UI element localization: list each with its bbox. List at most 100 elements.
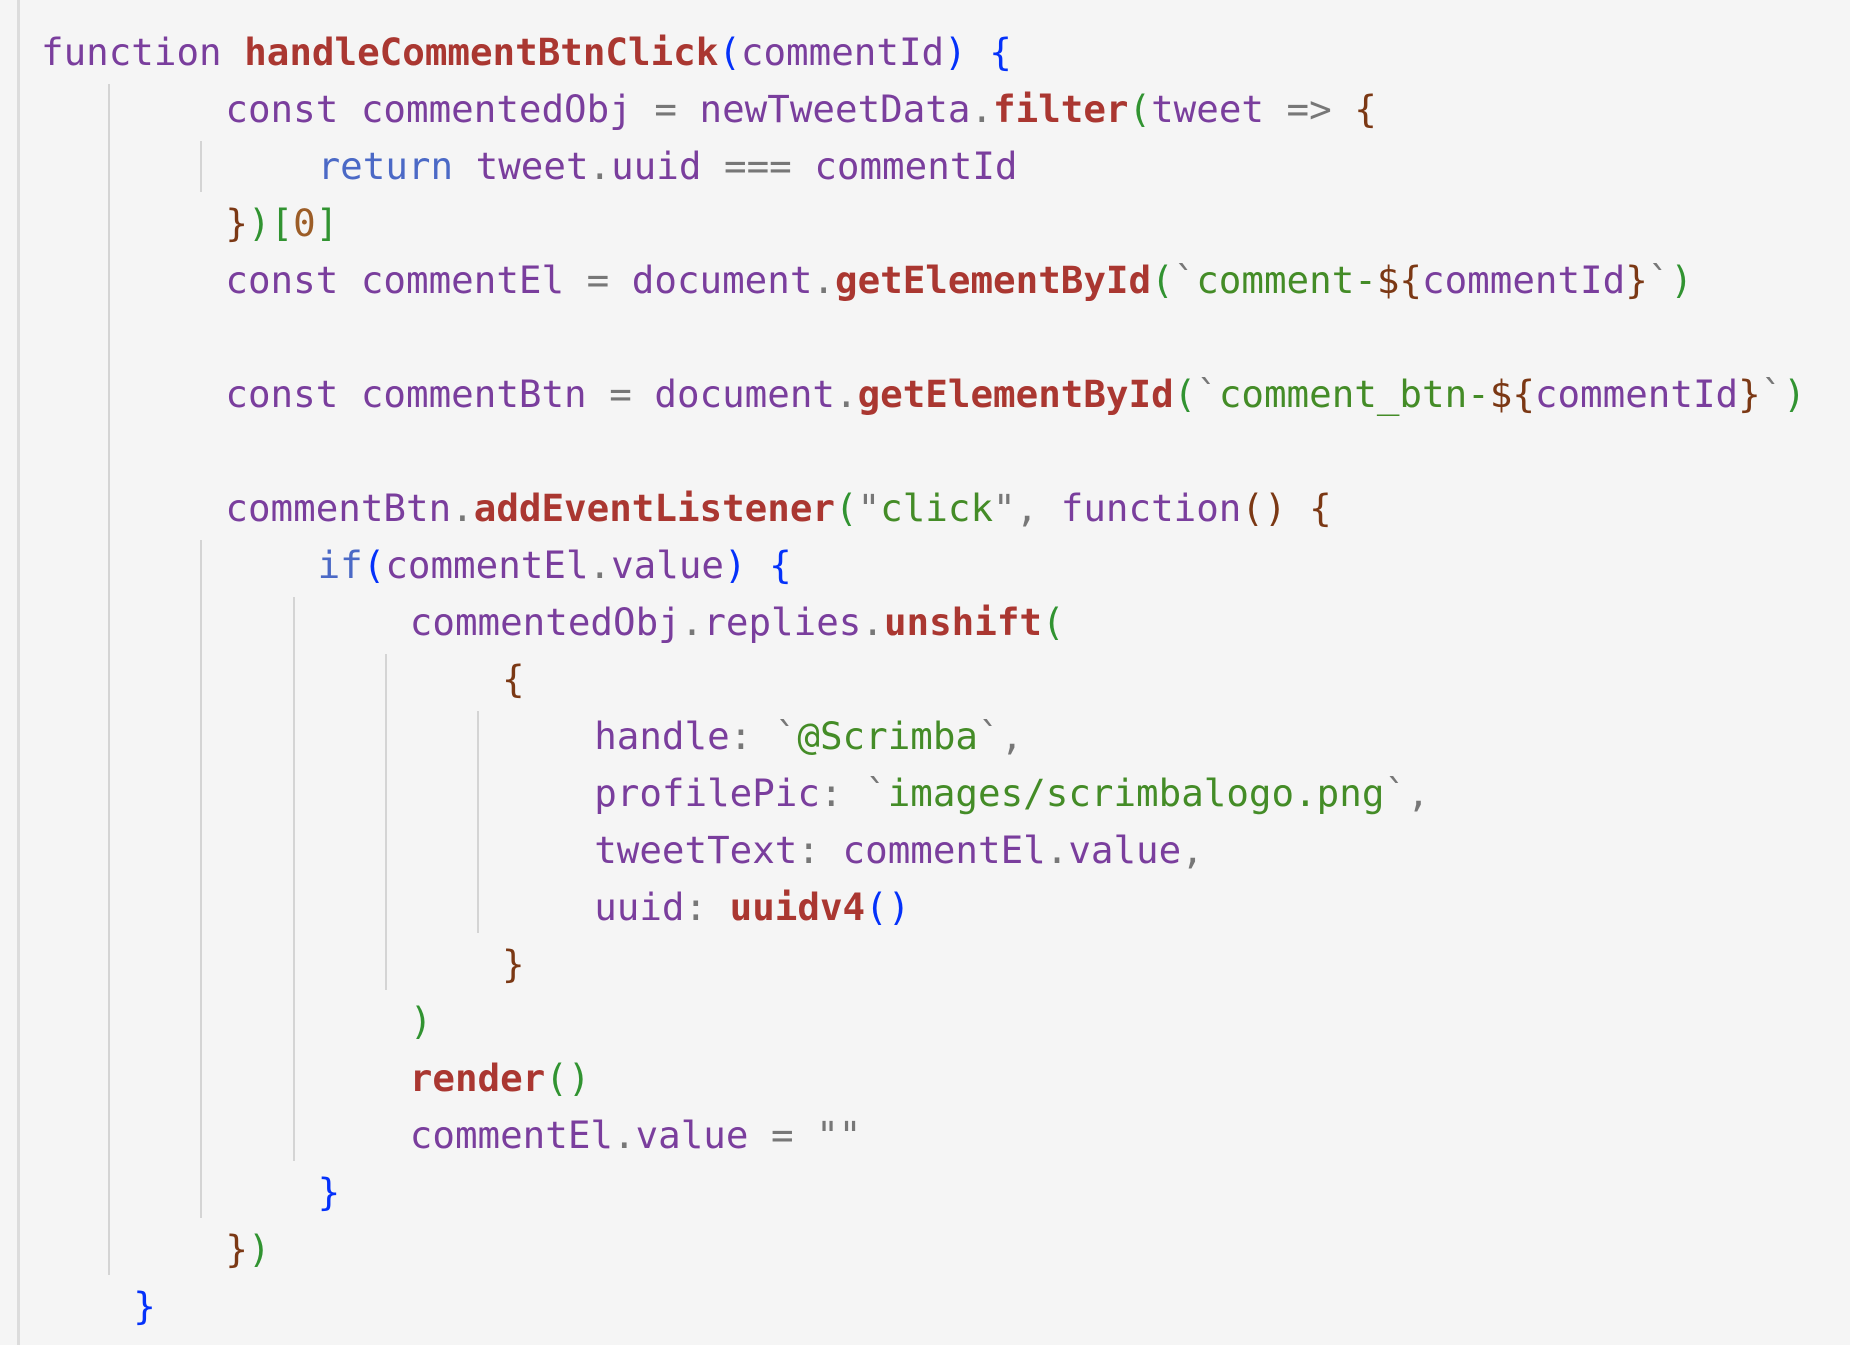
code-token: " (993, 486, 1016, 530)
code-block[interactable]: function handleCommentBtnClick(commentId… (41, 24, 1806, 1335)
code-token: } (225, 201, 248, 245)
code-token: = (631, 87, 700, 131)
code-token: , (1015, 486, 1061, 530)
code-line[interactable]: profilePic: `images/scrimbalogo.png`, (41, 765, 1806, 822)
code-token: ${ (1489, 372, 1535, 416)
code-line[interactable]: return tweet.uuid === commentId (41, 138, 1806, 195)
code-token: { (1309, 486, 1332, 530)
code-token: ) (724, 543, 747, 587)
code-token: } (225, 1227, 248, 1271)
code-token: = (564, 258, 632, 302)
code-token: comment- (1196, 258, 1377, 302)
code-token: ` (1384, 771, 1407, 815)
code-token: uuid (611, 144, 702, 188)
code-token: . (451, 486, 474, 530)
code-token: => (1263, 87, 1355, 131)
code-token: value (1068, 828, 1182, 872)
code-token: commentedObj (409, 600, 681, 644)
code-token: render (409, 1056, 546, 1100)
code-token: commentBtn (360, 372, 587, 416)
code-line[interactable]: tweetText: commentEl.value, (41, 822, 1806, 879)
code-token: value (635, 1113, 749, 1157)
code-token: { (502, 657, 525, 701)
code-line[interactable]: const commentedObj = newTweetData.filter… (41, 81, 1806, 138)
code-line[interactable]: commentEl.value = "" (41, 1107, 1806, 1164)
code-token: commentEl (842, 828, 1046, 872)
code-token: const (225, 87, 339, 131)
code-line[interactable]: } (41, 1164, 1806, 1221)
code-token: ) (944, 30, 967, 74)
code-token: comment_btn- (1218, 372, 1490, 416)
code-token: @Scrimba (797, 714, 979, 758)
code-token: filter (993, 87, 1129, 131)
code-token: ` (1760, 372, 1784, 416)
code-token: ) (247, 1227, 271, 1271)
code-token: "" (816, 1113, 862, 1157)
code-token: ( (362, 543, 386, 587)
code-token: tweetText (594, 828, 798, 872)
code-line[interactable]: ) (41, 993, 1806, 1050)
code-token: ` (1173, 258, 1197, 302)
code-token: commentBtn (225, 486, 452, 530)
code-token: commentId (1422, 258, 1626, 302)
code-line[interactable]: if(commentEl.value) { (41, 537, 1806, 594)
code-token: function (1060, 486, 1242, 530)
code-token: uuidv4 (729, 885, 866, 929)
code-token: ` (978, 714, 1001, 758)
code-line[interactable]: } (41, 1278, 1806, 1335)
code-token: ` (1647, 258, 1671, 302)
code-token: document (654, 372, 835, 416)
code-token: images/scrimbalogo.png (887, 771, 1385, 815)
code-token: : (684, 885, 730, 929)
code-line[interactable] (41, 309, 1806, 366)
code-token: 0 (293, 201, 316, 245)
code-token: newTweetData (699, 87, 971, 131)
code-line[interactable]: handle: `@Scrimba`, (41, 708, 1806, 765)
code-token: uuid (594, 885, 685, 929)
code-token: profilePic (594, 771, 820, 815)
code-token: getElementById (857, 372, 1174, 416)
code-token: : (797, 828, 843, 872)
code-token: ${ (1376, 258, 1423, 302)
code-token: function (41, 30, 222, 74)
code-line[interactable]: const commentEl = document.getElementByI… (41, 252, 1806, 309)
code-token: ( (1173, 372, 1197, 416)
code-token: { (989, 30, 1012, 74)
code-token: ( (718, 30, 741, 74)
code-token: } (317, 1170, 341, 1214)
code-line[interactable] (41, 423, 1806, 480)
code-token: } (1738, 372, 1761, 416)
code-token: ) (1670, 258, 1693, 302)
code-token: const (225, 372, 339, 416)
code-token: ( (834, 486, 858, 530)
code-token: commentEl (385, 543, 589, 587)
code-token: const (225, 258, 339, 302)
code-token: commentId (740, 30, 945, 74)
code-token: ` (865, 771, 888, 815)
code-token: ) (1783, 372, 1806, 416)
code-line[interactable]: commentBtn.addEventListener("click", fun… (41, 480, 1806, 537)
code-token: tweet (1151, 87, 1264, 131)
code-line[interactable]: function handleCommentBtnClick(commentId… (41, 24, 1806, 81)
code-line[interactable]: uuid: uuidv4() (41, 879, 1806, 936)
code-line[interactable]: render() (41, 1050, 1806, 1107)
code-line[interactable]: }) (41, 1221, 1806, 1278)
code-line[interactable]: } (41, 936, 1806, 993)
code-line[interactable]: { (41, 651, 1806, 708)
code-token: . (613, 1113, 636, 1157)
code-token: () (545, 1056, 591, 1100)
code-token: = (586, 372, 655, 416)
code-token: } (502, 942, 525, 986)
code-token: if (317, 543, 363, 587)
code-line[interactable]: })[0] (41, 195, 1806, 252)
code-line[interactable]: commentedObj.replies.unshift( (41, 594, 1806, 651)
code-editor[interactable]: function handleCommentBtnClick(commentId… (0, 0, 1850, 1345)
code-token: } (133, 1284, 156, 1328)
code-line[interactable]: const commentBtn = document.getElementBy… (41, 366, 1806, 423)
code-token: commentId (814, 144, 1018, 188)
code-token: ` (774, 714, 798, 758)
